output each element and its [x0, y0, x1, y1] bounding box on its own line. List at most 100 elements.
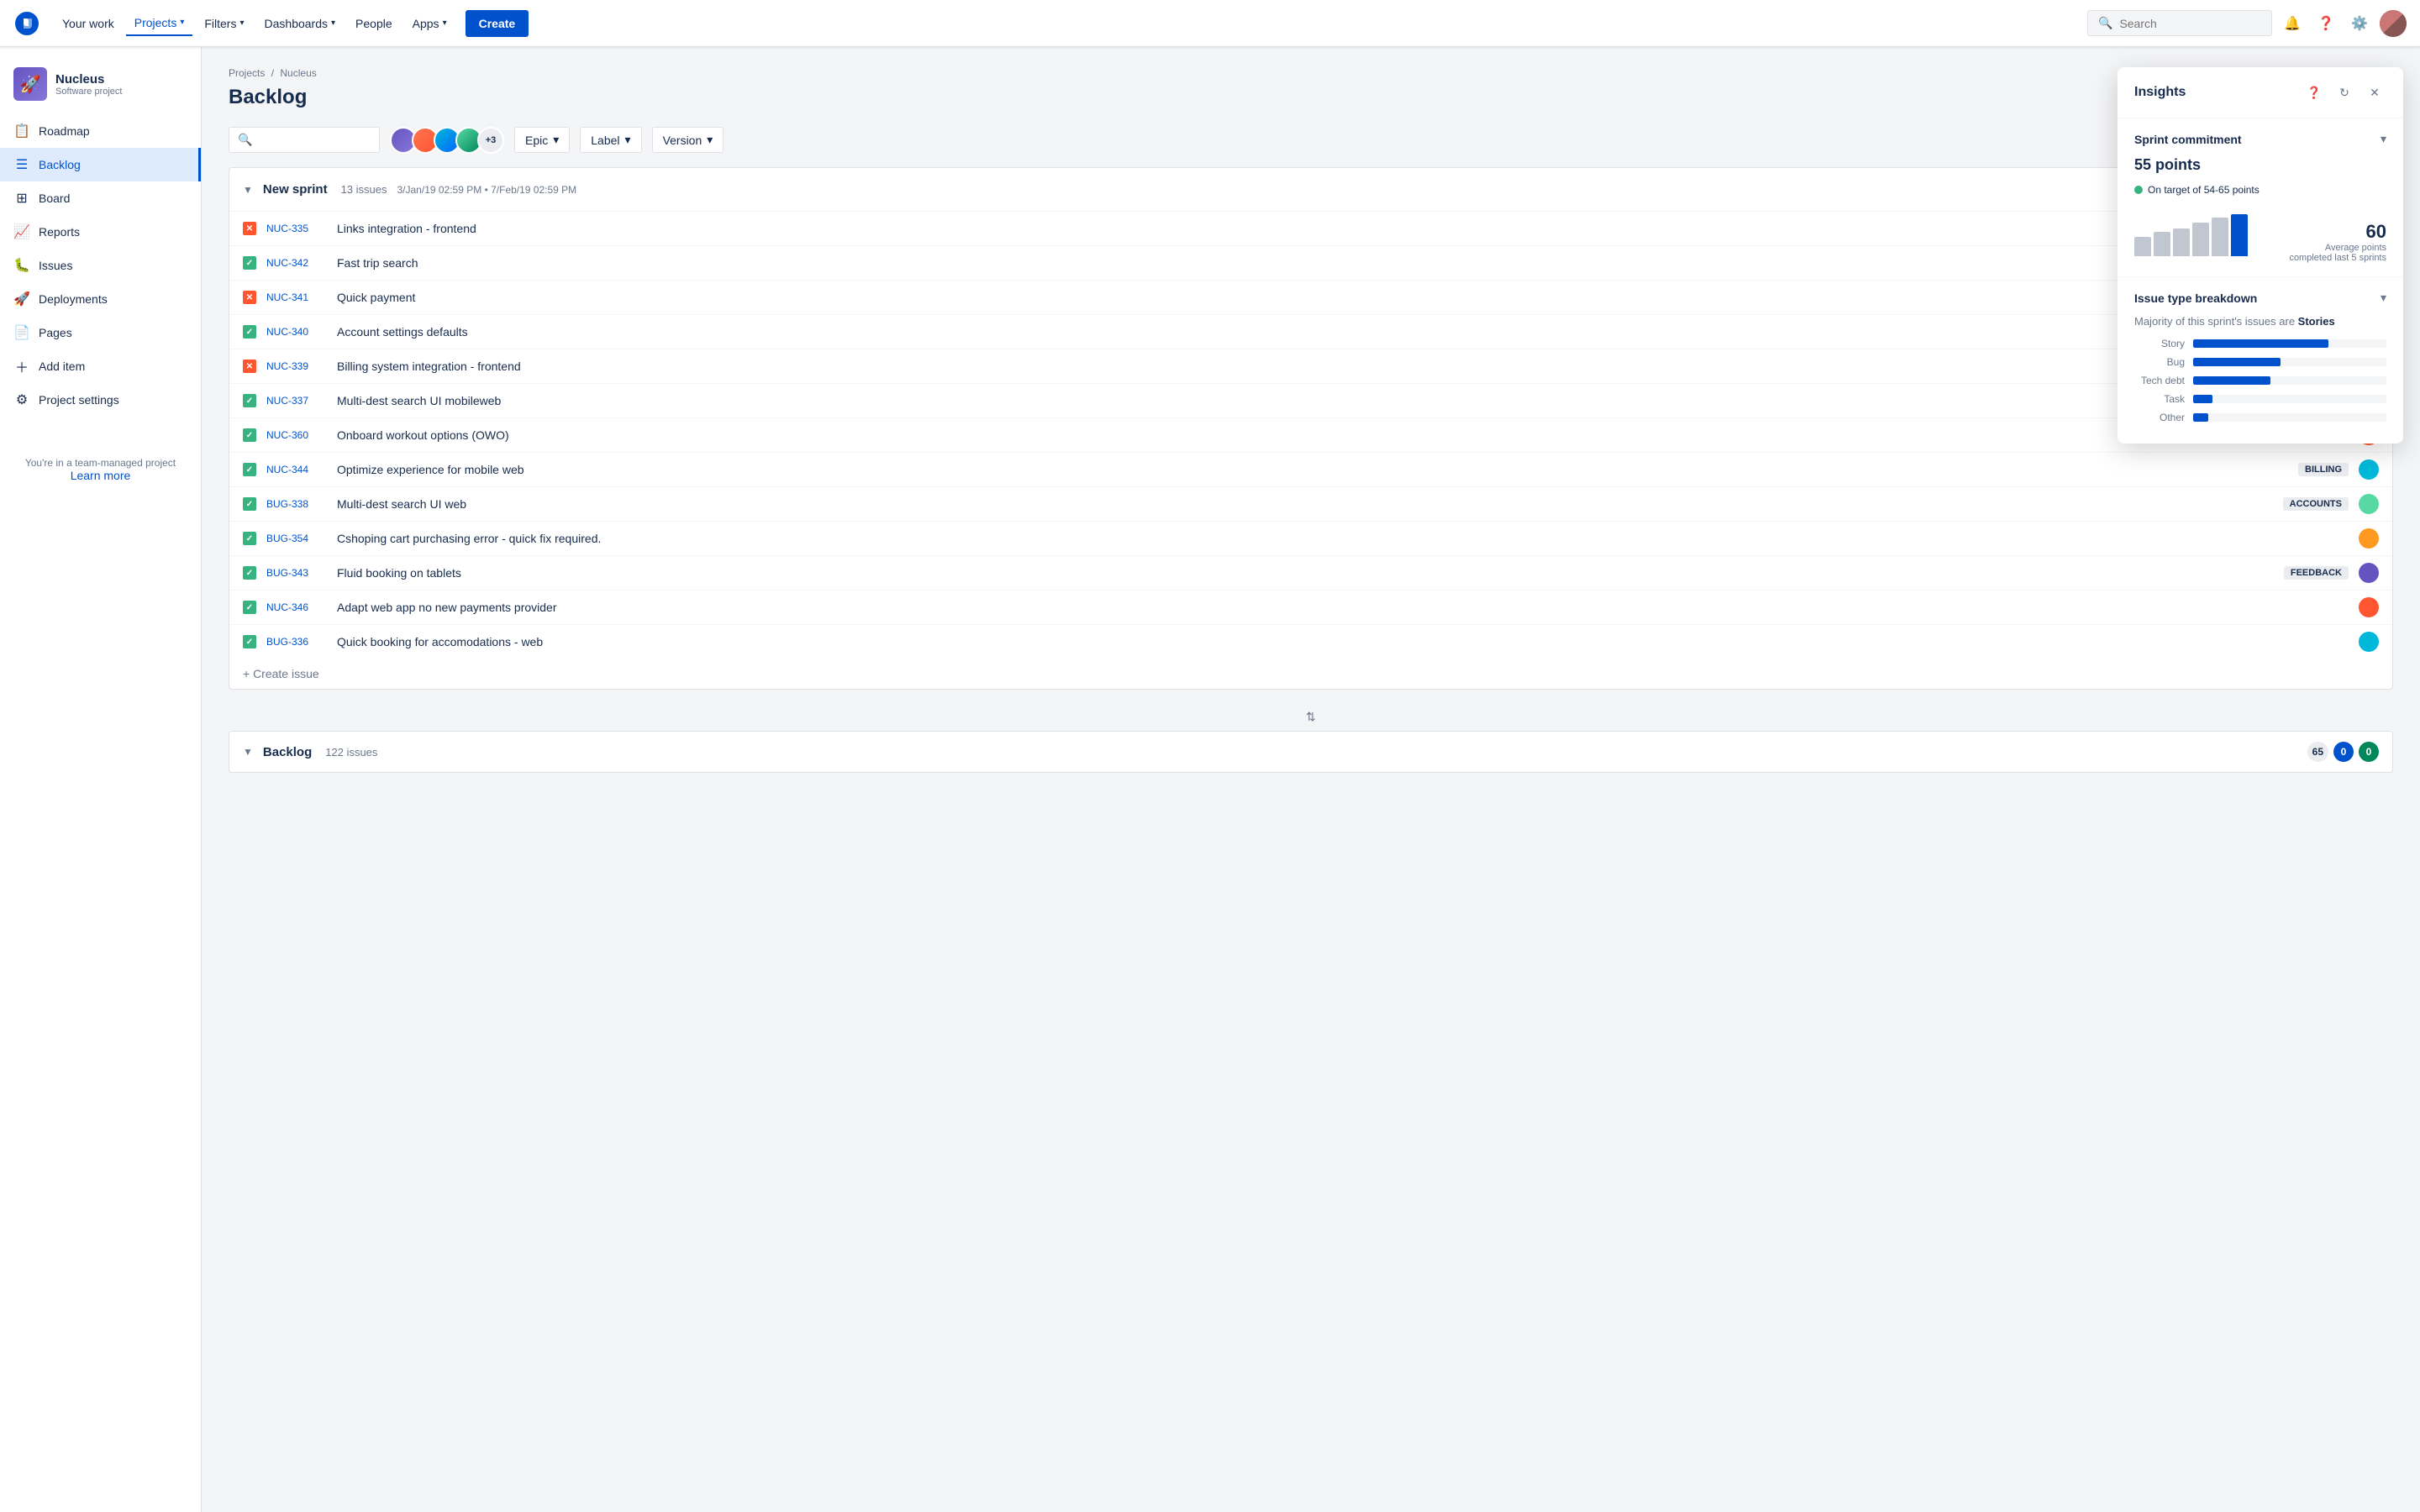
notifications-icon[interactable]: 🔔 [2279, 10, 2306, 37]
search-input[interactable] [2119, 17, 2261, 30]
breadcrumb-nucleus[interactable]: Nucleus [280, 67, 316, 79]
sidebar-item-issues[interactable]: 🐛 Issues [0, 249, 201, 282]
chart-bar [2134, 237, 2151, 256]
breadcrumb-projects[interactable]: Projects [229, 67, 265, 79]
issue-breakdown-card: Issue type breakdown ▾ Majority of this … [2118, 277, 2403, 444]
sidebar-item-add-item[interactable]: ＋ Add item [0, 349, 201, 383]
sprint-issues-count: 13 issues [341, 183, 387, 196]
issue-row[interactable]: ✓ NUC-360 Onboard workout options (OWO) … [229, 418, 2392, 453]
sidebar-item-project-settings[interactable]: ⚙ Project settings [0, 383, 201, 417]
chevron-down-icon: ▾ [331, 18, 335, 28]
issue-row[interactable]: ✕ NUC-339 Billing system integration - f… [229, 349, 2392, 384]
sidebar-item-roadmap[interactable]: 📋 Roadmap [0, 114, 201, 148]
search-box[interactable]: 🔍 [2087, 10, 2272, 36]
avg-label: Average points [2289, 243, 2386, 253]
insights-refresh-icon[interactable]: ↻ [2333, 81, 2356, 104]
sidebar-item-board[interactable]: ⊞ Board [0, 181, 201, 215]
label-filter[interactable]: Label ▾ [580, 127, 641, 153]
team-managed-text: You're in a team-managed project [13, 457, 187, 469]
breakdown-bar-track [2193, 395, 2386, 403]
issue-row[interactable]: ✓ NUC-346 Adapt web app no new payments … [229, 591, 2392, 625]
avatar-extra[interactable]: +3 [477, 127, 504, 154]
issue-assignee [2359, 528, 2379, 549]
sprint-dates: 3/Jan/19 02:59 PM • 7/Feb/19 02:59 PM [397, 184, 577, 196]
issue-row[interactable]: ✓ BUG-343 Fluid booking on tablets FEEDB… [229, 556, 2392, 591]
insights-panel-actions: ❓ ↻ ✕ [2302, 81, 2386, 104]
issue-type-icon: ✓ [243, 394, 256, 407]
issue-row[interactable]: ✓ BUG-336 Quick booking for accomodation… [229, 625, 2392, 659]
page-title: Backlog [229, 86, 2393, 109]
issue-type-icon: ✕ [243, 291, 256, 304]
breakdown-bar-fill [2193, 395, 2212, 403]
nav-dashboards[interactable]: Dashboards ▾ [256, 12, 345, 35]
sprint-header: ▼ New sprint 13 issues 3/Jan/19 02:59 PM… [229, 168, 2392, 212]
sprint-target: On target of 54-65 points [2134, 184, 2275, 196]
issue-breakdown-toggle[interactable]: ▾ [2381, 291, 2386, 305]
settings-icon[interactable]: ⚙️ [2346, 10, 2373, 37]
issue-key: NUC-337 [266, 395, 327, 407]
issue-summary: Cshoping cart purchasing error - quick f… [337, 532, 2349, 545]
nav-filters[interactable]: Filters ▾ [196, 12, 252, 35]
top-navigation: Your work Projects ▾ Filters ▾ Dashboard… [0, 0, 2420, 47]
project-name: Nucleus [55, 72, 122, 87]
issue-row[interactable]: ✓ NUC-344 Optimize experience for mobile… [229, 453, 2392, 487]
issue-row[interactable]: ✓ NUC-340 Account settings defaults ACCO… [229, 315, 2392, 349]
sidebar-item-reports[interactable]: 📈 Reports [0, 215, 201, 249]
nav-projects[interactable]: Projects ▾ [126, 11, 193, 36]
chevron-down-icon: ▾ [443, 18, 447, 28]
backlog-icon: ☰ [13, 156, 30, 173]
settings-icon: ⚙ [13, 391, 30, 408]
backlog-search[interactable]: 🔍 [229, 127, 380, 153]
insights-panel-header: Insights ❓ ↻ ✕ [2118, 67, 2403, 118]
issue-assignee [2359, 632, 2379, 652]
pages-icon: 📄 [13, 324, 30, 341]
issues-icon: 🐛 [13, 257, 30, 274]
issue-row[interactable]: ✓ BUG-354 Cshoping cart purchasing error… [229, 522, 2392, 556]
nav-your-work[interactable]: Your work [54, 12, 123, 35]
issue-type-icon: ✓ [243, 497, 256, 511]
sprint-commitment-title: Sprint commitment [2134, 133, 2242, 146]
sprint-commitment-header: Sprint commitment ▾ [2134, 132, 2386, 146]
issue-row[interactable]: ✓ NUC-342 Fast trip search ACCOUNTS [229, 246, 2392, 281]
issue-key: NUC-344 [266, 464, 327, 475]
sidebar-item-backlog[interactable]: ☰ Backlog [0, 148, 201, 181]
sidebar-item-deployments[interactable]: 🚀 Deployments [0, 282, 201, 316]
issue-type-icon: ✓ [243, 601, 256, 614]
section-divider[interactable]: ⇅ [229, 703, 2393, 731]
nav-apps[interactable]: Apps ▾ [404, 12, 455, 35]
issue-type-icon: ✕ [243, 360, 256, 373]
avatar[interactable] [2380, 10, 2407, 37]
epic-filter[interactable]: Epic ▾ [514, 127, 570, 153]
issue-type-icon: ✓ [243, 325, 256, 339]
breakdown-bar-track [2193, 358, 2386, 366]
version-filter[interactable]: Version ▾ [652, 127, 724, 153]
sprint-collapse-toggle[interactable]: ▼ [243, 184, 253, 196]
jira-logo[interactable] [13, 10, 40, 37]
learn-more-link[interactable]: Learn more [71, 469, 131, 482]
insights-close-icon[interactable]: ✕ [2363, 81, 2386, 104]
create-issue-button[interactable]: + Create issue [229, 659, 2392, 689]
breakdown-row-label: Task [2134, 393, 2185, 405]
insights-help-icon[interactable]: ❓ [2302, 81, 2326, 104]
issue-row[interactable]: ✓ BUG-338 Multi-dest search UI web ACCOU… [229, 487, 2392, 522]
issue-key: NUC-335 [266, 223, 327, 234]
issue-summary: Fast trip search [337, 256, 2273, 270]
backlog-search-input[interactable] [259, 134, 371, 147]
issue-row[interactable]: ✓ NUC-337 Multi-dest search UI mobileweb… [229, 384, 2392, 418]
sprint-commitment-toggle[interactable]: ▾ [2381, 132, 2386, 146]
help-icon[interactable]: ❓ [2312, 10, 2339, 37]
insights-panel-title: Insights [2134, 85, 2186, 100]
chevron-down-icon: ▾ [707, 133, 713, 147]
issue-key: BUG-343 [266, 567, 327, 579]
create-button[interactable]: Create [466, 10, 529, 37]
breakdown-bar-fill [2193, 376, 2270, 385]
nav-people[interactable]: People [347, 12, 401, 35]
sprint-issues-list: ✕ NUC-335 Links integration - frontend B… [229, 212, 2392, 659]
issue-summary: Optimize experience for mobile web [337, 463, 2288, 476]
issue-row[interactable]: ✕ NUC-341 Quick payment FEEDBACK [229, 281, 2392, 315]
sidebar-item-pages[interactable]: 📄 Pages [0, 316, 201, 349]
issue-row[interactable]: ✕ NUC-335 Links integration - frontend B… [229, 212, 2392, 246]
avg-number: 60 [2289, 221, 2386, 243]
nav-right: 🔍 🔔 ❓ ⚙️ [2087, 10, 2407, 37]
backlog-collapse-toggle[interactable]: ▼ [243, 746, 253, 758]
